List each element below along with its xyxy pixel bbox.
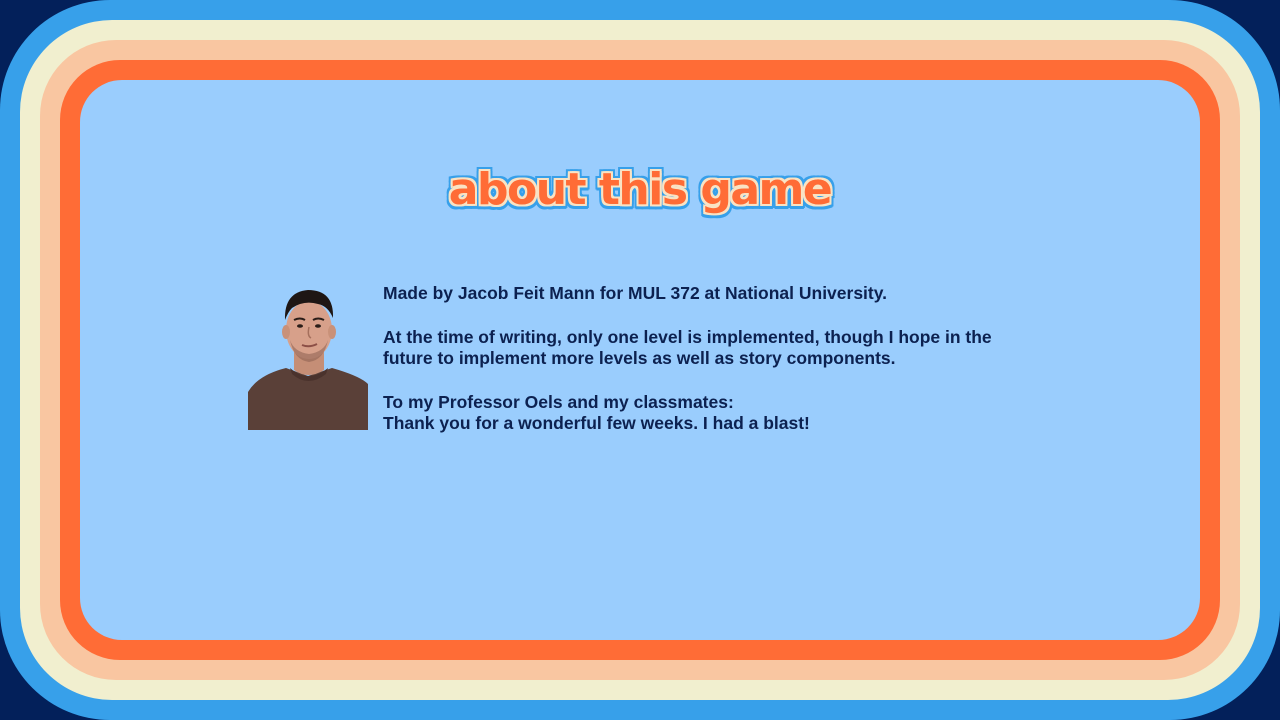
thanks-line-1: To my Professor Oels and my classmates: [383,392,734,412]
author-photo [248,280,368,430]
about-text: Made by Jacob Feit Mann for MUL 372 at N… [383,283,1103,457]
status-paragraph: At the time of writing, only one level i… [383,327,1103,369]
author-portrait-image [248,290,368,430]
thanks-line-2: Thank you for a wonderful few weeks. I h… [383,413,810,433]
credit-paragraph: Made by Jacob Feit Mann for MUL 372 at N… [383,283,1103,304]
about-panel: about this game Made by Jacob Feit Mann … [80,80,1200,640]
credit-line: Made by Jacob Feit Mann for MUL 372 at N… [383,283,888,303]
title-container: about this game [80,168,1200,212]
page-title: about this game [448,164,833,215]
status-line-2: future to implement more levels as well … [383,348,896,368]
thanks-paragraph: To my Professor Oels and my classmates: … [383,392,1103,434]
status-line-1: At the time of writing, only one level i… [383,327,992,347]
